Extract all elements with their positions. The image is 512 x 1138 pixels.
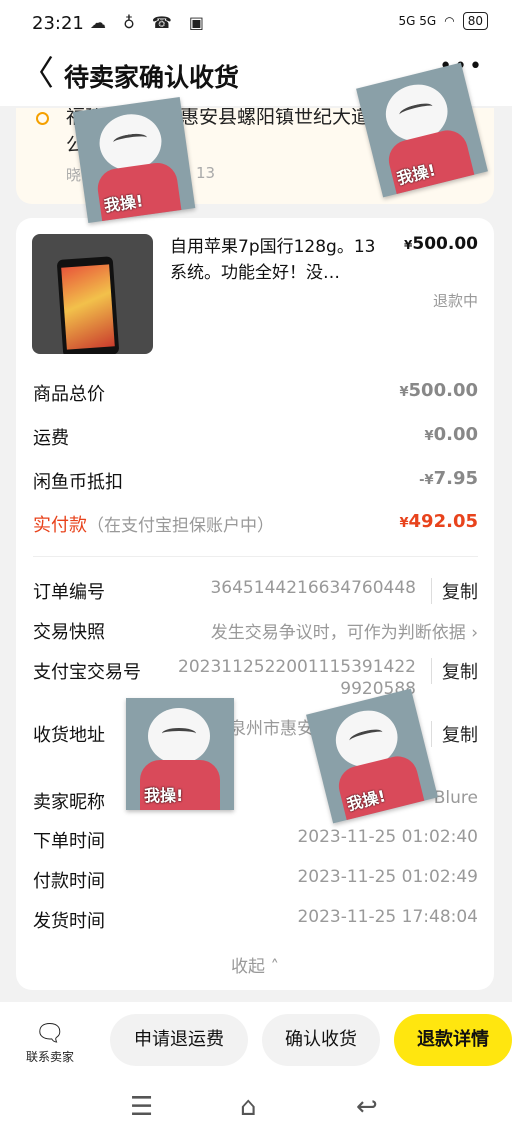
summary-row-coin: 闲鱼币抵扣 -¥7.95 [33, 468, 478, 493]
home-icon[interactable]: ⌂ [240, 1092, 257, 1122]
confirm-receipt-button[interactable]: 确认收货 [262, 1014, 380, 1066]
back-icon[interactable]: 〈 [20, 54, 54, 94]
chat-icon: 🗨 [34, 1019, 66, 1047]
product-image[interactable] [32, 234, 153, 354]
bottom-action-bar: 🗨 联系卖家 申请退运费 确认收货 退款详情 ☰ ⌂ ↩ [0, 1002, 512, 1138]
refund-shipping-button[interactable]: 申请退运费 [110, 1014, 248, 1066]
contact-seller-button[interactable]: 🗨 联系卖家 [18, 1018, 82, 1065]
signal-icon: 5G 5G [398, 14, 437, 28]
notification-icons: ☁ ♁ ☎ ▣ [90, 13, 211, 32]
page-title: 待卖家确认收货 [64, 63, 240, 92]
meme-sticker: 我操! [126, 698, 234, 810]
back-nav-icon[interactable]: ↩ [356, 1092, 378, 1122]
status-bar: 23:21 ☁ ♁ ☎ ▣ 5G 5G ◠ 80 [0, 0, 512, 48]
menu-icon[interactable]: ☰ [130, 1092, 153, 1122]
receiver-name: 晓 [66, 166, 82, 184]
copy-alipay-no-button[interactable]: 复制 [431, 658, 478, 684]
system-nav: ☰ ⌂ ↩ [0, 1090, 512, 1130]
paid-row: 实付款（在支付宝担保账户中） ¥492.05 [33, 511, 478, 536]
receiver-phone: 13 [196, 164, 216, 182]
phone-picture [56, 256, 120, 354]
refund-status: 退款中 [432, 292, 478, 310]
copy-order-no-button[interactable]: 复制 [431, 578, 478, 604]
status-time: 23:21 [32, 13, 84, 34]
collapse-button[interactable]: 收起 ˄ [16, 952, 494, 977]
wifi-icon: ◠ [444, 14, 455, 28]
battery-icon: 80 [462, 12, 488, 30]
divider [33, 556, 478, 557]
meme-sticker: 我操! [72, 97, 196, 223]
refund-detail-button[interactable]: 退款详情 [394, 1014, 512, 1066]
order-card: 自用苹果7p国行128g。13系统。功能全好！没… ¥500.00 退款中 商品… [16, 218, 494, 990]
product-price: ¥500.00 [404, 234, 478, 254]
location-dot-icon [36, 112, 49, 125]
summary-row-shipping: 运费 ¥0.00 [33, 424, 478, 449]
copy-address-button[interactable]: 复制 [431, 721, 478, 747]
status-right: 5G 5G ◠ 80 [399, 12, 488, 30]
product-title[interactable]: 自用苹果7p国行128g。13系统。功能全好！没… [170, 234, 380, 286]
summary-row-total: 商品总价 ¥500.00 [33, 380, 478, 405]
